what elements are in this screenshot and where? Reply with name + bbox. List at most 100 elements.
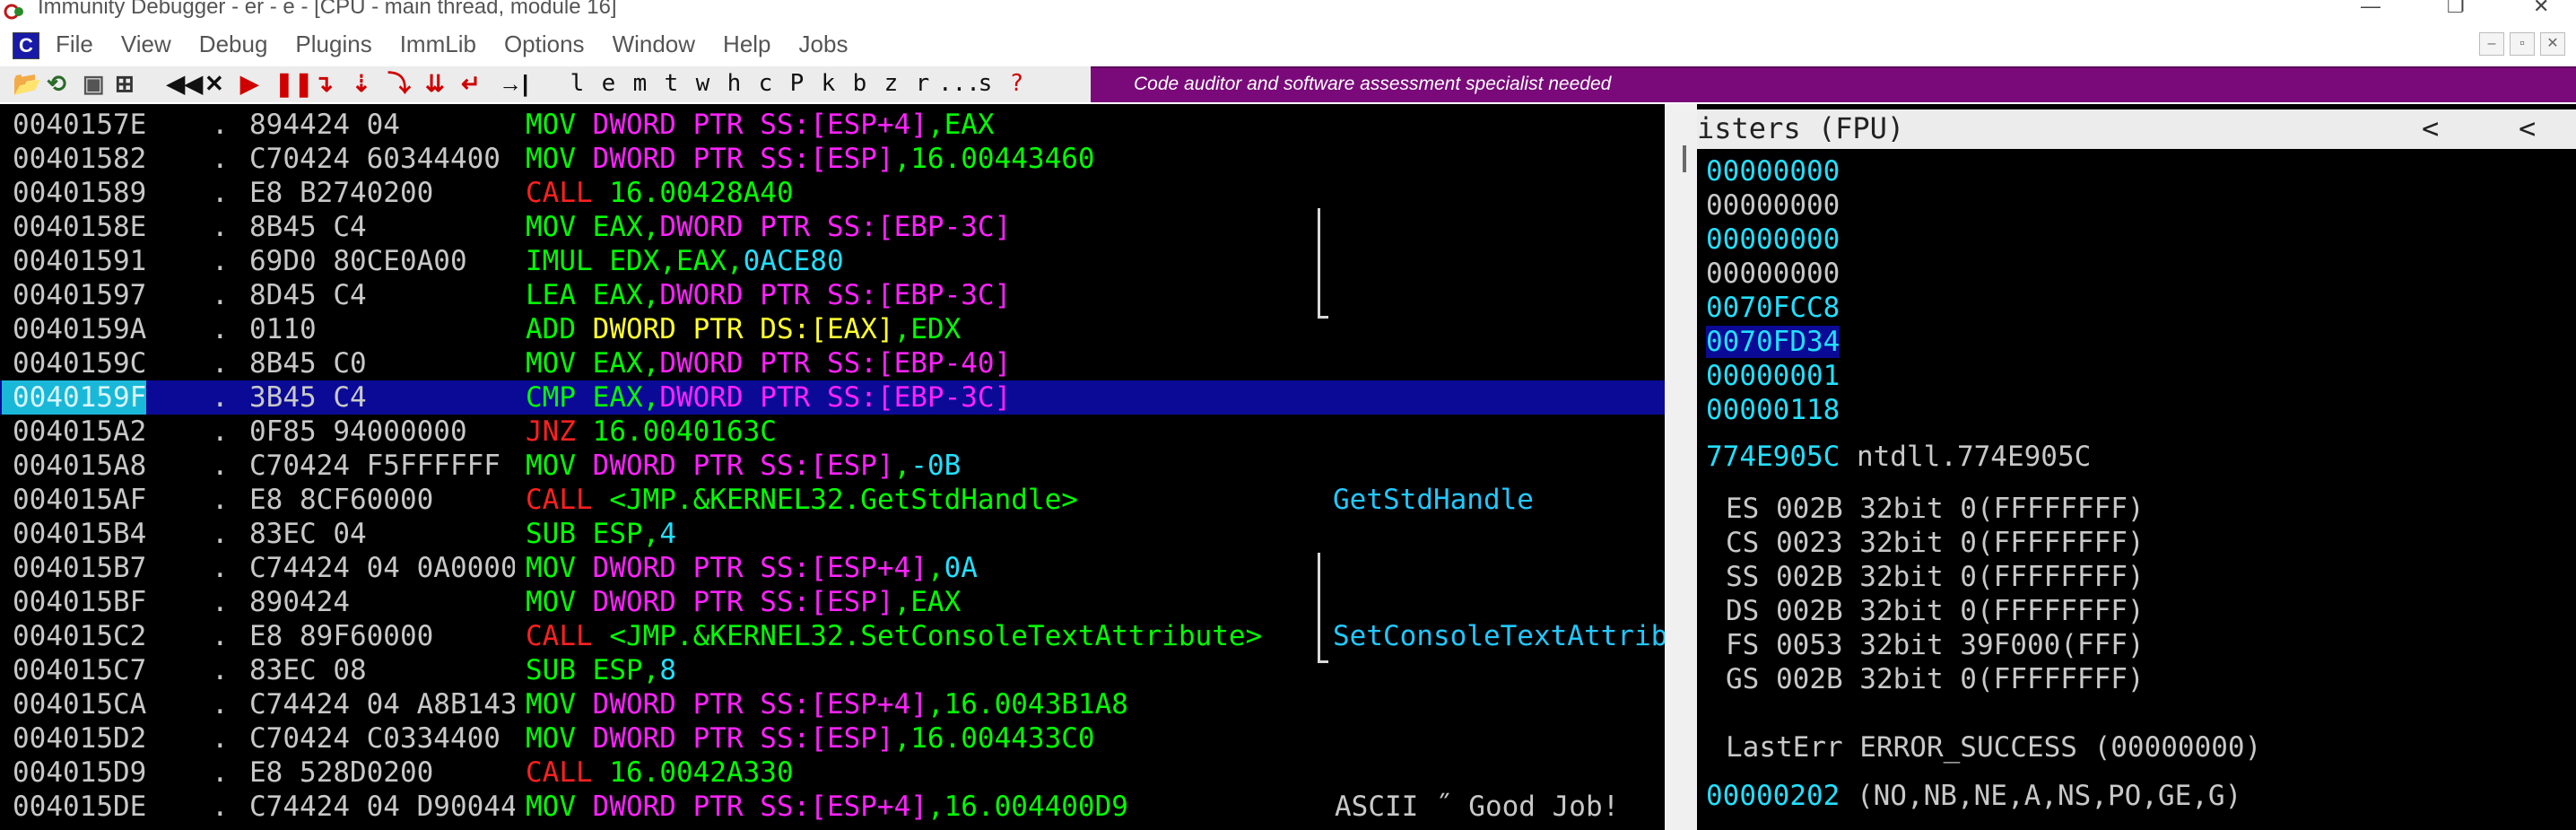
register-row[interactable]: 00000000 (1706, 154, 1840, 188)
disasm-row[interactable]: 0040159A. 0110 ADD DWORD PTR DS:[EAX],EDX (0, 312, 1665, 346)
segment-register-row[interactable]: SS 002B 32bit 0(FFFFFFFF) (1726, 560, 2145, 594)
hex-dump-cell: 0110 (249, 313, 317, 345)
disasm-row[interactable]: 00401582. C70424 60344400 MOV DWORD PTR SS… (0, 142, 1665, 176)
go-to-expression-icon[interactable]: →| (499, 68, 528, 99)
rewind-icon[interactable]: ◀◀ (167, 68, 203, 99)
menu-help[interactable]: Help (723, 31, 770, 58)
disassembly-pane[interactable]: 0040157E. 894424 04 MOV DWORD PTR SS:[ESP+… (0, 104, 1665, 830)
mdi-close-button[interactable]: ✕ (2540, 32, 2565, 56)
close-button[interactable]: ✕ (2533, 0, 2549, 18)
toolbar-threads-button[interactable]: t (656, 68, 687, 99)
menu-jobs[interactable]: Jobs (799, 31, 849, 58)
menu-options[interactable]: Options (504, 31, 585, 58)
disasm-row[interactable]: 004015BF. 890424 MOV DWORD PTR SS:[ESP],EA… (0, 585, 1665, 619)
disasm-row[interactable]: 004015A2. 0F85 94000000 JNZ 16.0040163C (0, 415, 1665, 449)
toolbar-patches-button[interactable]: P (781, 68, 813, 99)
disassembly-cell: MOV DWORD PTR SS:[ESP+4],16.004400D9 (526, 790, 1128, 824)
disasm-row[interactable]: 004015AF. E8 8CF60000 CALL <JMP.&KERNEL32.… (0, 483, 1665, 517)
menu-file[interactable]: File (56, 31, 93, 58)
open-folder-icon[interactable]: 📂 (13, 68, 41, 99)
menu-debug[interactable]: Debug (199, 31, 268, 58)
disasm-row[interactable]: 004015C2. E8 89F60000 CALL <JMP.&KERNEL32.… (0, 619, 1665, 653)
toolbar-help-button[interactable]: ? (1001, 68, 1032, 99)
marker-cell: . (212, 313, 229, 345)
menu-immlib[interactable]: ImmLib (400, 31, 476, 58)
toolbar-breakpoints-button[interactable]: b (844, 68, 875, 99)
register-row[interactable]: 00000000 (1706, 223, 1840, 257)
lasterr-register[interactable]: LastErr ERROR_SUCCESS (00000000) (1726, 730, 2261, 764)
terminate-icon[interactable]: ✕ (205, 68, 224, 99)
execute-till-return-icon[interactable]: ↵ (461, 68, 481, 99)
instruction-token: DWORD PTR SS:[ESP+4] (592, 688, 927, 721)
instruction-token: MOV (526, 688, 593, 721)
toolbar-log-button[interactable]: l (561, 68, 593, 99)
disasm-row[interactable]: 00401589. E8 B2740200 CALL 16.00428A40 (0, 176, 1665, 210)
restart-icon[interactable]: ⟲ (47, 68, 66, 99)
register-row[interactable]: 00000000 (1706, 188, 1840, 223)
trace-over-icon[interactable]: ⇊ (425, 68, 445, 99)
close-program-icon[interactable]: ▣ (83, 68, 105, 99)
menu-window[interactable]: Window (613, 31, 695, 58)
segment-register-row[interactable]: GS 002B 32bit 0(FFFFFFFF) (1726, 662, 2145, 696)
minimize-button[interactable]: — (2361, 0, 2380, 18)
registers-pane[interactable]: isters (FPU) < < 00000000 00000000 0000000… (1697, 104, 2576, 830)
toolbar-handles-button[interactable]: h (718, 68, 750, 99)
toolbar-source-button[interactable]: s (970, 68, 1001, 99)
disasm-row[interactable]: 0040157E. 894424 04 MOV DWORD PTR SS:[ESP+… (0, 108, 1665, 142)
disasm-row[interactable]: 0040159C. 8B45 C0 MOV EAX,DWORD PTR SS:[EB… (0, 346, 1665, 380)
scrollbar-thumb[interactable] (1683, 145, 1686, 172)
registers-next-button[interactable]: < (2519, 111, 2536, 145)
trace-into-icon[interactable]: ⤵ (387, 68, 411, 99)
menu-view[interactable]: View (121, 31, 171, 58)
list-icon[interactable]: ⊞ (115, 68, 135, 99)
disasm-row[interactable]: 0040158E. 8B45 C4 MOV EAX,DWORD PTR SS:[EB… (0, 210, 1665, 244)
toolbar-modules-button[interactable]: e (593, 68, 624, 99)
segment-register-row[interactable]: ES 002B 32bit 0(FFFFFFFF) (1726, 492, 2145, 526)
toolbar-cpu-button[interactable]: c (750, 68, 781, 99)
register-row[interactable]: 00000118 (1706, 393, 1840, 427)
disassembly-cell: MOV DWORD PTR SS:[ESP+4],0A (526, 551, 978, 585)
toolbar-references-button[interactable]: r (907, 68, 938, 99)
mdi-restore-button[interactable]: ▫ (2510, 32, 2535, 56)
eip-register[interactable]: 774E905C ntdll.774E905C (1706, 440, 2091, 474)
register-row[interactable]: 00000001 (1706, 359, 1840, 393)
toolbar-z-button[interactable]: z (875, 68, 907, 99)
disasm-row[interactable]: 00401597. 8D45 C4 LEA EAX,DWORD PTR SS:[EB… (0, 278, 1665, 312)
register-row[interactable]: 0070FCC8 (1706, 291, 1840, 325)
toolbar-run-trace-button[interactable]: ... (938, 68, 980, 99)
disasm-row[interactable]: 004015B7. C74424 04 0A000000 MOV DWORD PTR… (0, 551, 1665, 585)
cpu-window-icon[interactable]: C (13, 32, 39, 59)
disasm-row[interactable]: 004015D2. C70424 C0334400 MOV DWORD PTR SS… (0, 721, 1665, 756)
run-icon[interactable]: ▶ (240, 68, 258, 99)
registers-prev-button[interactable]: < (2422, 111, 2439, 145)
segment-register-row[interactable]: CS 0023 32bit 0(FFFFFFFF) (1726, 526, 2145, 560)
mdi-minimize-button[interactable]: – (2479, 32, 2504, 56)
step-over-icon[interactable]: ⇣ (352, 68, 371, 99)
disasm-row[interactable]: 004015D9. E8 528D0200 CALL 16.0042A330 (0, 756, 1665, 790)
menu-plugins[interactable]: Plugins (295, 31, 371, 58)
disasm-row[interactable]: 0040159F. 3B45 C4 CMP EAX,DWORD PTR SS:[EB… (0, 380, 1665, 415)
disasm-row[interactable]: 004015C7. 83EC 08 SUB ESP,8 (0, 653, 1665, 687)
toolbar-memory-button[interactable]: m (624, 68, 656, 99)
pause-icon[interactable]: ❚❚ (274, 68, 314, 99)
segment-register-row[interactable]: DS 002B 32bit 0(FFFFFFFF) (1726, 594, 2145, 628)
disasm-row[interactable]: 004015B4. 83EC 04 SUB ESP,4 (0, 517, 1665, 551)
pane-splitter[interactable] (1665, 104, 1697, 830)
marker-cell: . (212, 347, 229, 380)
disasm-row[interactable]: 004015CA. C74424 04 A8B14300 MOV DWORD PTR… (0, 687, 1665, 721)
toolbar-windows-button[interactable]: w (687, 68, 718, 99)
eflags-register[interactable]: 00000202 (NO,NB,NE,A,NS,PO,GE,G) (1706, 779, 2241, 813)
disasm-row[interactable]: 004015A8. C70424 F5FFFFFF MOV DWORD PTR SS… (0, 449, 1665, 483)
job-banner[interactable]: Code auditor and software assessment spe… (1091, 66, 2576, 102)
register-row[interactable]: 0070FD34 (1706, 325, 1841, 359)
disasm-row[interactable]: 004015DE. C74424 04 D9004400 MOV DWORD PTR… (0, 790, 1665, 824)
segment-register-row[interactable]: FS 0053 32bit 39F000(FFF) (1726, 628, 2145, 662)
restore-button[interactable]: ❐ (2447, 0, 2465, 18)
instruction-token: MOV (526, 791, 593, 823)
registers-header[interactable]: isters (FPU) < < (1697, 109, 2576, 149)
disassembly-cell: SUB ESP,8 (526, 653, 676, 687)
step-into-icon[interactable]: ↴ (314, 68, 334, 99)
disasm-row[interactable]: 00401591. 69D0 80CE0A00 IMUL EDX,EAX,0ACE8… (0, 244, 1665, 278)
register-row[interactable]: 00000000 (1706, 257, 1840, 291)
toolbar-stack-button[interactable]: k (813, 68, 844, 99)
